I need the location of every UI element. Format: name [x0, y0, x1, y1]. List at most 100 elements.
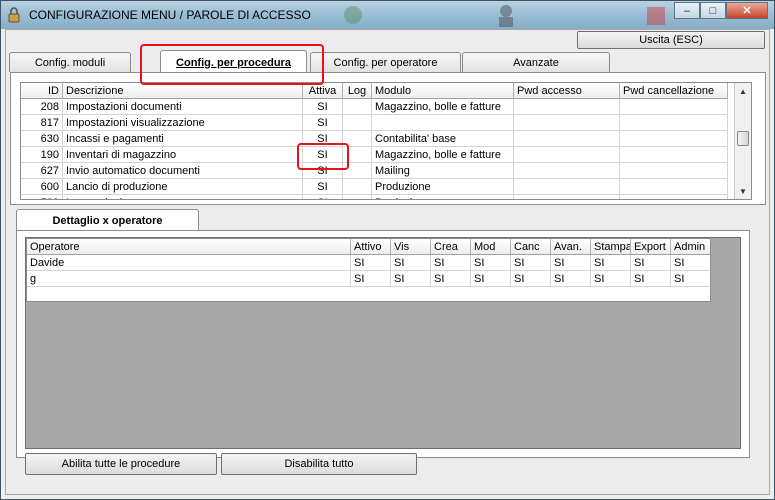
table-cell[interactable]: Magazzino, bolle e fatture — [372, 147, 514, 163]
table-cell[interactable] — [620, 195, 728, 199]
table-cell[interactable]: SI — [303, 115, 343, 131]
table-cell[interactable]: 190 — [21, 147, 63, 163]
column-header[interactable]: Pwd cancellazione — [620, 83, 728, 99]
table-cell[interactable]: SI — [351, 255, 391, 271]
column-header[interactable]: Pwd accesso — [514, 83, 620, 99]
table-cell[interactable]: SI — [391, 271, 431, 287]
table-cell[interactable]: SI — [431, 255, 471, 271]
procedures-grid[interactable]: ▲ ▼ ID Descrizione Attiva Log Modulo Pwd acce… — [20, 82, 752, 200]
column-header[interactable]: Stampa — [591, 239, 631, 255]
operators-grid[interactable]: Operatore Attivo Vis Crea Mod Canc Avan. Stampa… — [26, 238, 711, 302]
table-cell[interactable]: 817 — [21, 115, 63, 131]
exit-button[interactable]: Uscita (ESC) — [577, 31, 765, 49]
table-cell[interactable]: SI — [551, 271, 591, 287]
table-cell[interactable]: SI — [471, 255, 511, 271]
tab-avanzate[interactable]: Avanzate — [462, 52, 610, 72]
table-cell[interactable] — [343, 99, 372, 115]
column-header[interactable]: Admin — [671, 239, 710, 255]
disable-all-button[interactable]: Disabilita tutto — [221, 453, 417, 475]
table-cell[interactable] — [514, 179, 620, 195]
table-cell[interactable] — [514, 195, 620, 199]
scroll-down-icon[interactable]: ▼ — [735, 183, 751, 199]
tab-config-moduli[interactable]: Config. moduli — [9, 52, 131, 72]
table-cell[interactable]: SI — [351, 271, 391, 287]
table-cell[interactable]: SI — [631, 255, 671, 271]
table-cell[interactable]: SI — [671, 271, 710, 287]
table-cell[interactable]: Contabilita' base — [372, 131, 514, 147]
column-header[interactable]: Operatore — [27, 239, 351, 255]
table-cell[interactable]: SI — [303, 99, 343, 115]
table-cell[interactable]: SI — [391, 255, 431, 271]
tab-operator-detail[interactable]: Dettaglio x operatore — [16, 209, 199, 231]
column-header[interactable]: Modulo — [372, 83, 514, 99]
column-header[interactable]: Descrizione — [63, 83, 303, 99]
table-cell[interactable]: SI — [431, 271, 471, 287]
table-row[interactable]: 627 Invio automatico documenti SI Mailing — [21, 163, 728, 179]
table-cell[interactable]: Lancio di produzione — [63, 179, 303, 195]
table-cell[interactable]: 599 — [21, 195, 63, 199]
table-cell[interactable]: SI — [591, 271, 631, 287]
table-cell[interactable]: SI — [591, 255, 631, 271]
column-header[interactable]: ID — [21, 83, 63, 99]
table-cell[interactable]: SI — [671, 255, 710, 271]
scroll-up-icon[interactable]: ▲ — [735, 83, 751, 99]
table-cell[interactable] — [514, 115, 620, 131]
tab-config-per-operatore[interactable]: Config. per operatore — [310, 52, 461, 72]
title-bar[interactable]: CONFIGURAZIONE MENU / PAROLE DI ACCESSO … — [1, 1, 774, 29]
table-cell[interactable]: Magazzino, bolle e fatture — [372, 99, 514, 115]
table-cell[interactable] — [620, 131, 728, 147]
column-header[interactable]: Attiva — [303, 83, 343, 99]
table-row[interactable]: 600 Lancio di produzione SI Produzione — [21, 179, 728, 195]
table-cell[interactable]: Lavorazioni — [63, 195, 303, 199]
enable-all-button[interactable]: Abilita tutte le procedure — [25, 453, 217, 475]
scroll-thumb[interactable] — [737, 131, 749, 146]
column-header[interactable]: Attivo — [351, 239, 391, 255]
column-header[interactable]: Canc — [511, 239, 551, 255]
procedures-scrollbar[interactable]: ▲ ▼ — [734, 83, 751, 199]
table-cell[interactable]: Produzione — [372, 179, 514, 195]
table-row[interactable]: 208 Impostazioni documenti SI Magazzino, bo… — [21, 99, 728, 115]
table-cell[interactable]: SI — [511, 255, 551, 271]
maximize-button[interactable]: □ — [700, 2, 726, 19]
table-cell[interactable] — [620, 163, 728, 179]
table-cell[interactable]: SI — [511, 271, 551, 287]
table-cell[interactable] — [514, 131, 620, 147]
column-header[interactable]: Crea — [431, 239, 471, 255]
table-row[interactable]: 817 Impostazioni visualizzazione SI — [21, 115, 728, 131]
table-cell[interactable] — [372, 115, 514, 131]
table-cell[interactable]: Inventari di magazzino — [63, 147, 303, 163]
table-cell[interactable] — [514, 163, 620, 179]
table-cell[interactable]: SI — [551, 255, 591, 271]
column-header[interactable]: Export — [631, 239, 671, 255]
table-cell[interactable]: 208 — [21, 99, 63, 115]
table-row[interactable]: 630 Incassi e pagamenti SI Contabilita' bas… — [21, 131, 728, 147]
table-cell[interactable]: SI — [471, 271, 511, 287]
table-cell[interactable]: Davide — [27, 255, 351, 271]
table-row[interactable]: 599LavorazioniSI Produzione — [21, 195, 728, 199]
minimize-button[interactable]: – — [674, 2, 700, 19]
table-row[interactable]: g SI SI SI SI SI SI SI SI SI — [27, 271, 710, 287]
table-cell[interactable]: SI — [303, 179, 343, 195]
table-cell[interactable] — [343, 115, 372, 131]
column-header[interactable]: Vis — [391, 239, 431, 255]
table-cell[interactable]: Invio automatico documenti — [63, 163, 303, 179]
table-cell[interactable] — [343, 195, 372, 199]
table-cell[interactable]: g — [27, 271, 351, 287]
table-cell[interactable]: Produzione — [372, 195, 514, 199]
table-cell[interactable]: 600 — [21, 179, 63, 195]
table-cell[interactable] — [343, 179, 372, 195]
table-cell[interactable]: Incassi e pagamenti — [63, 131, 303, 147]
table-row[interactable]: Davide SI SI SI SI SI SI SI SI SI — [27, 255, 710, 271]
table-cell[interactable] — [620, 99, 728, 115]
table-cell[interactable] — [514, 99, 620, 115]
table-cell[interactable]: Mailing — [372, 163, 514, 179]
table-cell[interactable]: 627 — [21, 163, 63, 179]
close-button[interactable]: ✕ — [726, 2, 768, 19]
table-cell[interactable]: Impostazioni visualizzazione — [63, 115, 303, 131]
table-cell[interactable] — [620, 115, 728, 131]
table-cell[interactable]: SI — [631, 271, 671, 287]
column-header[interactable]: Avan. — [551, 239, 591, 255]
table-cell[interactable] — [620, 147, 728, 163]
table-cell[interactable]: Impostazioni documenti — [63, 99, 303, 115]
table-cell[interactable] — [620, 179, 728, 195]
